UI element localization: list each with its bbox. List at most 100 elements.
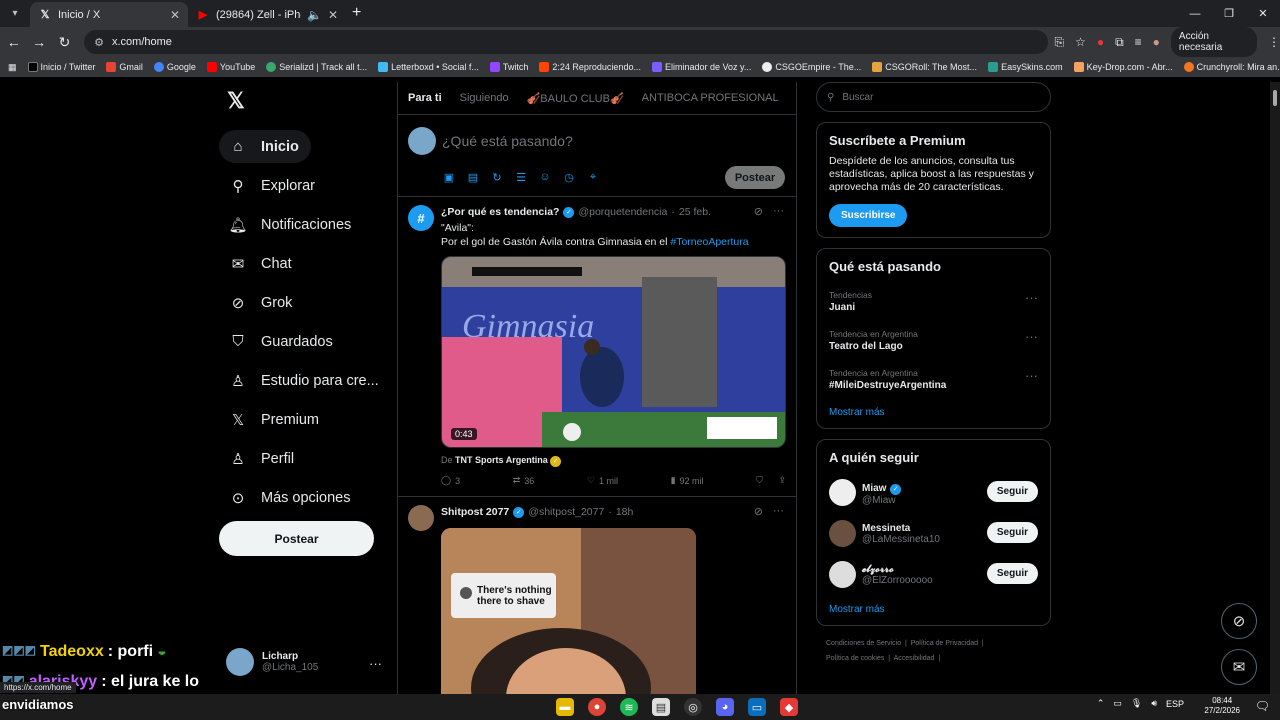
nav-item-mas-opciones[interactable]: ⊙ Más opciones	[219, 481, 389, 514]
app-red-icon[interactable]: ◆	[780, 698, 798, 716]
tab-search-icon[interactable]: ▾	[4, 2, 26, 24]
bookmark-item[interactable]: Crunchyroll: Mira an...	[1183, 62, 1280, 72]
minimize-icon[interactable]: —	[1178, 0, 1212, 27]
bookmark-item[interactable]: 2:24 Reproduciendo...	[539, 62, 641, 72]
messages-fab-icon[interactable]: ✉	[1221, 649, 1257, 685]
bookmark-item[interactable]: YouTube	[206, 62, 255, 72]
subscribe-button[interactable]: Suscribirse	[829, 204, 908, 227]
nav-item-inicio[interactable]: ⌂ Inicio	[219, 130, 311, 163]
emoji-icon[interactable]: ☺	[538, 170, 552, 184]
tweet-time[interactable]: 25 feb.	[679, 206, 711, 218]
chevron-up-icon[interactable]: ⌃	[1097, 698, 1105, 709]
more-icon[interactable]: ···	[369, 656, 382, 671]
speaker-icon[interactable]: 🔈	[307, 8, 322, 22]
grok-fab-icon[interactable]: ⊘	[1221, 603, 1257, 639]
tweet-video[interactable]: There's nothing there to shave	[441, 528, 696, 694]
volume-icon[interactable]: 🔊︎	[1151, 698, 1157, 709]
action-needed-button[interactable]: Acción necesaria	[1170, 27, 1258, 57]
profile-avatar-icon[interactable]: ●	[1153, 35, 1160, 49]
forward-icon[interactable]: →	[27, 34, 50, 50]
tweet-video[interactable]: Gimnasia 0:43	[441, 256, 786, 448]
close-icon[interactable]: ✕	[170, 8, 180, 22]
discord-icon[interactable]: ◕	[716, 698, 734, 716]
follow-item[interactable]: 𝓮𝓵𝔃𝓸𝓻𝓻𝓸 @ElZorroooooo Seguir	[829, 561, 1038, 588]
notepad-icon[interactable]: ▤	[652, 698, 670, 716]
tweet[interactable]: # ¿Por qué es tendencia? ✓ @porquetenden…	[398, 197, 796, 497]
tab-para-ti[interactable]: Para ti	[408, 92, 442, 104]
avatar[interactable]	[408, 505, 434, 531]
views-button[interactable]: ▮ 92 mil	[671, 475, 704, 486]
follow-item[interactable]: Miaw ✓ @Miaw Seguir	[829, 479, 1038, 506]
location-icon[interactable]: ⌖	[586, 170, 600, 184]
tab-youtube[interactable]: ▶ (29864) Zell - iPhone (Video 🔈 ✕	[188, 2, 346, 27]
tab-baulo-club[interactable]: 🎻BAULO CLUB🎻	[527, 92, 624, 105]
media-icon[interactable]: ≡	[1135, 35, 1142, 49]
trend-item[interactable]: Tendencia en Argentina #MileiDestruyeArge…	[829, 368, 1038, 391]
omnibox[interactable]: ⚙ x.com/home	[84, 30, 1049, 54]
search-box[interactable]: ⚲ Buscar	[816, 82, 1051, 112]
extension-red-icon[interactable]: ●	[1097, 35, 1104, 49]
nav-item-notificaciones[interactable]: 🔔︎ Notificaciones	[219, 208, 389, 241]
back-icon[interactable]: ←	[2, 34, 25, 50]
follow-name[interactable]: 𝓮𝓵𝔃𝓸𝓻𝓻𝓸	[862, 564, 933, 575]
trend-item[interactable]: Tendencias Juani ···	[829, 290, 1038, 313]
repost-button[interactable]: ⇄ 36	[513, 475, 535, 486]
bookmark-item[interactable]: Twitch	[489, 62, 528, 72]
more-icon[interactable]: ···	[1025, 329, 1038, 344]
nav-item-chat[interactable]: ✉ Chat	[219, 247, 389, 280]
compose-input[interactable]: ¿Qué está pasando?	[442, 133, 573, 149]
follow-button[interactable]: Seguir	[986, 563, 1038, 584]
grok-icon[interactable]: ⊘	[754, 205, 763, 218]
poll-icon[interactable]: ☰	[514, 170, 528, 184]
show-more-trends[interactable]: Mostrar más	[829, 407, 1038, 418]
tweet-handle[interactable]: @porquetendencia	[578, 206, 667, 218]
mic-icon[interactable]: 🎙︎	[1131, 698, 1142, 709]
compose-post-button[interactable]: Postear	[725, 166, 785, 189]
nav-item-premium[interactable]: 𝕏 Premium	[219, 403, 389, 436]
footer-link[interactable]: Accesibilidad	[894, 655, 935, 662]
more-icon[interactable]: ···	[773, 505, 784, 518]
extensions-icon[interactable]: ⧉	[1115, 35, 1124, 50]
bookmark-item[interactable]: Google	[153, 62, 196, 72]
like-button[interactable]: ♡ 1 mil	[587, 475, 618, 486]
more-icon[interactable]: ···	[773, 205, 784, 218]
hashtag-link[interactable]: #TorneoApertura	[670, 236, 748, 248]
install-icon[interactable]: ⎘	[1054, 35, 1064, 50]
reply-button[interactable]: ◯ 3	[441, 475, 460, 486]
site-info-icon[interactable]: ⚙	[94, 36, 104, 49]
follow-name[interactable]: Miaw	[862, 483, 886, 494]
bookmark-item[interactable]: Inicio / Twitter	[27, 62, 95, 72]
reload-icon[interactable]: ↻	[53, 34, 76, 51]
bookmark-item[interactable]: Serializd | Track all t...	[266, 62, 367, 72]
tab-inicio-x[interactable]: 𝕏 Inicio / X ✕	[30, 2, 188, 27]
footer-link[interactable]: Condiciones de Servicio	[826, 640, 901, 647]
more-icon[interactable]: ···	[1025, 290, 1038, 305]
bookmark-icon[interactable]: ⛉	[756, 475, 763, 486]
tweet-time[interactable]: 18h	[616, 506, 634, 518]
network-icon[interactable]: ▭	[1113, 698, 1122, 709]
nav-item-perfil[interactable]: ♙ Perfil	[219, 442, 389, 475]
language-indicator[interactable]: ESP	[1166, 699, 1184, 709]
bookmark-star-icon[interactable]: ☆	[1075, 35, 1086, 49]
gif-icon[interactable]: ▤	[466, 170, 480, 184]
follow-item[interactable]: Messineta @LaMessineta10 Seguir	[829, 520, 1038, 547]
scrollbar[interactable]	[1270, 82, 1280, 694]
nav-item-explorar[interactable]: ⚲ Explorar	[219, 169, 389, 202]
browser-menu-icon[interactable]: ⋮	[1268, 35, 1280, 49]
tab-antiboca[interactable]: ANTIBOCA PROFESIONAL	[642, 92, 779, 104]
bookmark-item[interactable]: Eliminador de Voz y...	[651, 62, 751, 72]
apps-icon[interactable]: ▦	[8, 62, 17, 73]
account-switcher[interactable]: Licharp @Licha_105 ···	[226, 648, 386, 676]
grok-icon[interactable]: ↻	[490, 170, 504, 184]
follow-button[interactable]: Seguir	[986, 522, 1038, 543]
spotify-icon[interactable]: ≋	[620, 698, 638, 716]
bookmark-item[interactable]: Gmail	[106, 62, 143, 72]
clock[interactable]: 08:44 27/2/2026	[1204, 696, 1240, 716]
close-window-icon[interactable]: ✕	[1246, 0, 1280, 27]
tweet-author[interactable]: Shitpost 2077	[441, 506, 509, 518]
tweet-author[interactable]: ¿Por qué es tendencia?	[441, 206, 559, 218]
tweet-handle[interactable]: @shitpost_2077	[528, 506, 604, 518]
chrome-icon[interactable]: ●	[588, 698, 606, 716]
nav-item-guardados[interactable]: ⛉ Guardados	[219, 325, 389, 358]
bookmark-item[interactable]: CSGOEmpire - The...	[762, 62, 861, 72]
